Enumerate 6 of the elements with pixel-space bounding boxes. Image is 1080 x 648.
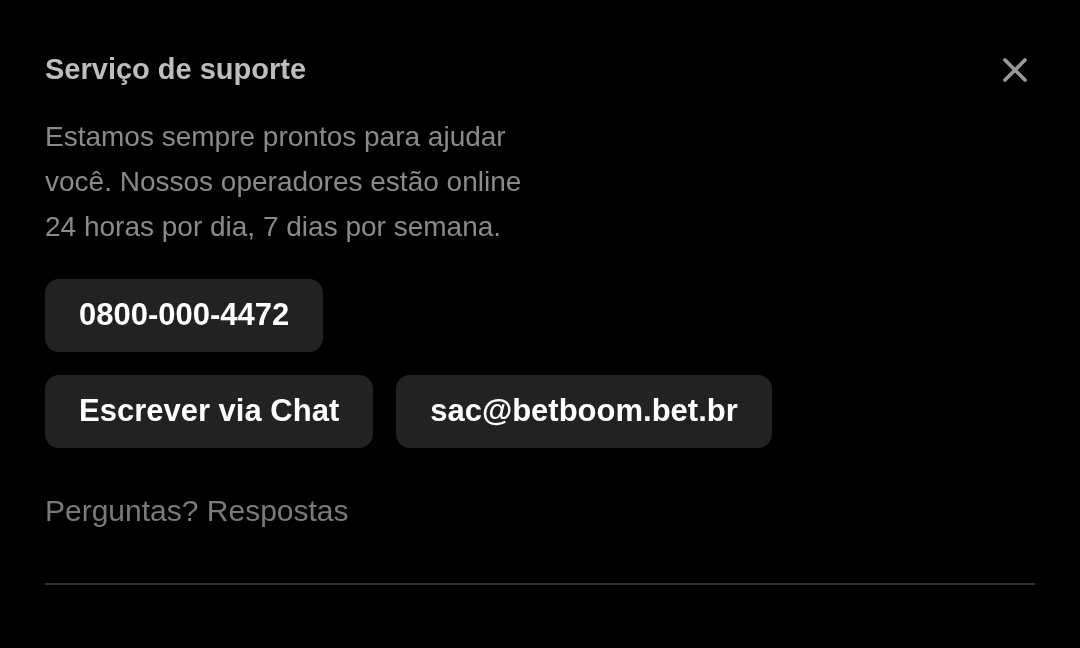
- faq-link[interactable]: Perguntas? Respostas: [45, 487, 1035, 533]
- support-description: Estamos sempre prontos para ajudar você. Nossos operadores estão online 24 horas por dia, 7 dias por semana.: [45, 119, 523, 244]
- contact-button[interactable]: sac@betboom.bet.br: [396, 374, 772, 448]
- contact-button[interactable]: 0800-000-4472: [45, 278, 324, 352]
- contact-button[interactable]: Escrever via Chat: [45, 374, 374, 448]
- panel-title: Serviço de suporte: [45, 52, 307, 87]
